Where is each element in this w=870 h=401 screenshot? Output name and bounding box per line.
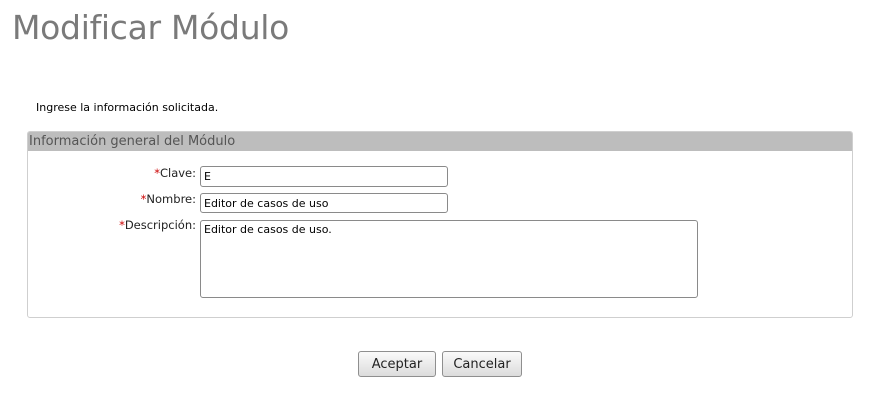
panel-header: Información general del Módulo <box>28 132 852 151</box>
descripcion-textarea[interactable]: Editor de casos de uso. <box>200 220 698 298</box>
descripcion-label: *Descripción: <box>119 218 196 232</box>
nombre-label: *Nombre: <box>141 192 196 206</box>
page-title: Modificar Módulo <box>12 8 290 47</box>
instructions-text: Ingrese la información solicitada. <box>36 101 219 114</box>
accept-button[interactable]: Aceptar <box>358 351 436 377</box>
nombre-label-text: Nombre: <box>146 192 196 206</box>
clave-input[interactable] <box>200 166 448 187</box>
nombre-input[interactable] <box>200 193 448 213</box>
descripcion-label-text: Descripción: <box>124 218 196 232</box>
cancel-button[interactable]: Cancelar <box>442 351 522 377</box>
clave-label-text: Clave: <box>159 166 196 180</box>
clave-label: *Clave: <box>154 166 196 180</box>
